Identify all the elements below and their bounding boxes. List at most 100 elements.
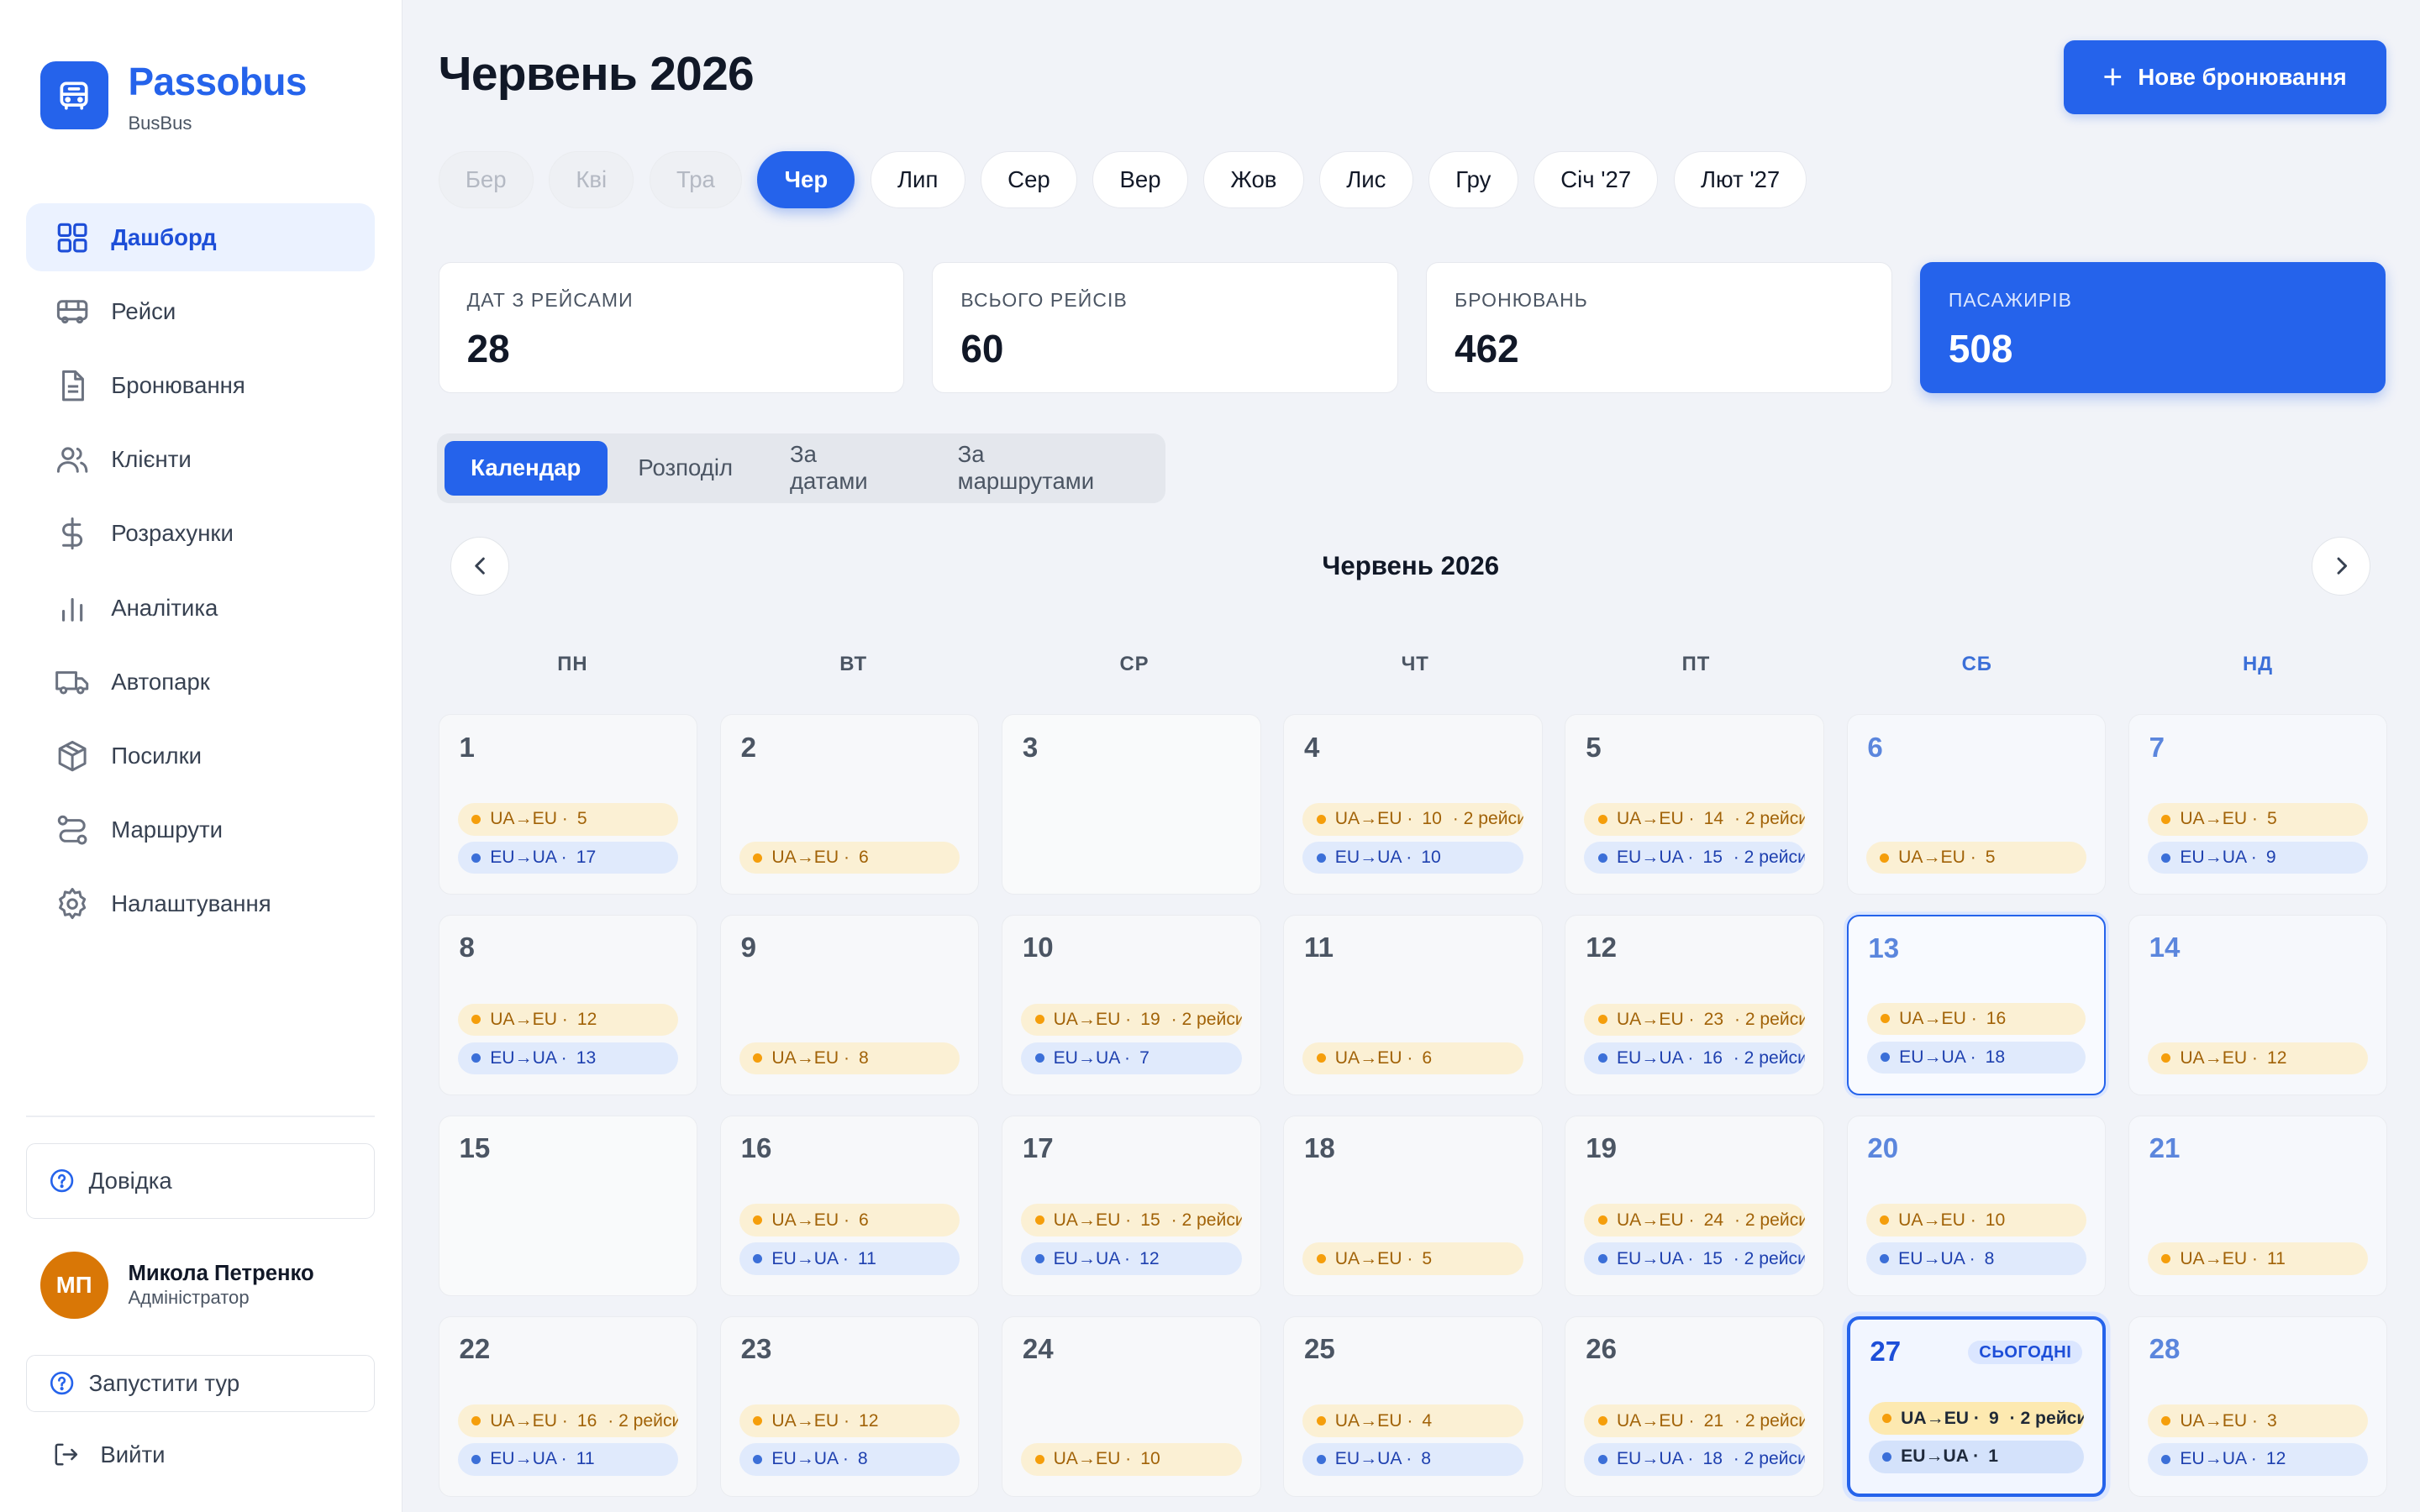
- trip-chip[interactable]: UA→EU · 5: [2147, 802, 2369, 836]
- trip-chip[interactable]: UA→EU · 16: [1866, 1002, 2086, 1036]
- trip-chip[interactable]: UA→EU · 6: [739, 1204, 960, 1237]
- sidebar-item-dashboard[interactable]: Дашборд: [26, 203, 376, 272]
- trip-chip[interactable]: UA→EU · 24 · 2 рейси: [1584, 1204, 1805, 1237]
- next-month-button[interactable]: [2312, 537, 2371, 596]
- calendar-day[interactable]: 7 UA→EU · 5 EU→UA · 9: [2128, 714, 2388, 895]
- month-pill[interactable]: Лис: [1319, 150, 1413, 208]
- trip-chip[interactable]: UA→EU · 8: [739, 1042, 960, 1075]
- calendar-day[interactable]: 13 UA→EU · 16 EU→UA · 18: [1846, 915, 2107, 1096]
- calendar-day[interactable]: 3: [1001, 714, 1261, 895]
- trip-chip[interactable]: EU→UA · 8: [739, 1443, 960, 1476]
- user-profile[interactable]: МП Микола Петренко Адміністратор: [39, 1251, 314, 1320]
- calendar-day[interactable]: 24 UA→EU · 10: [1001, 1315, 1261, 1497]
- trip-chip[interactable]: UA→EU · 15 · 2 рейси: [1021, 1204, 1242, 1237]
- trip-chip[interactable]: UA→EU · 12: [2147, 1042, 2369, 1075]
- month-pill[interactable]: Гру: [1428, 150, 1518, 208]
- sidebar-item-routes[interactable]: Маршрути: [26, 796, 375, 864]
- calendar-day[interactable]: 12 UA→EU · 23 · 2 рейси EU→UA · 16 · 2 рейси: [1565, 915, 1824, 1096]
- trip-chip[interactable]: EU→UA · 12: [1021, 1242, 1242, 1275]
- calendar-day[interactable]: 26 UA→EU · 21 · 2 рейси EU→UA · 18 · 2 рейси: [1565, 1315, 1824, 1497]
- sidebar-item-clients[interactable]: Клієнти: [26, 426, 375, 494]
- calendar-day[interactable]: 18 UA→EU · 5: [1283, 1115, 1543, 1296]
- trip-chip[interactable]: EU→UA · 18 · 2 рейси: [1584, 1443, 1805, 1476]
- trip-chip[interactable]: UA→EU · 6: [1302, 1042, 1523, 1075]
- sidebar-item-bookings[interactable]: Бронювання: [26, 352, 375, 420]
- trip-chip[interactable]: EU→UA · 9: [2147, 841, 2369, 874]
- month-pill[interactable]: Сер: [980, 150, 1077, 208]
- calendar-day[interactable]: 17 UA→EU · 15 · 2 рейси EU→UA · 12: [1001, 1115, 1261, 1296]
- trip-chip[interactable]: EU→UA · 15 · 2 рейси: [1584, 841, 1805, 874]
- trip-chip[interactable]: UA→EU · 10 · 2 рейси: [1302, 802, 1523, 836]
- start-tour-button[interactable]: Запустити тур: [26, 1354, 376, 1412]
- calendar-day[interactable]: 1 UA→EU · 5 EU→UA · 17: [438, 714, 698, 895]
- brand[interactable]: Passobus BusBus: [39, 60, 307, 134]
- month-pill[interactable]: Жов: [1203, 150, 1304, 208]
- calendar-day[interactable]: 5 UA→EU · 14 · 2 рейси EU→UA · 15 · 2 рейси: [1565, 714, 1824, 895]
- calendar-day[interactable]: 14 UA→EU · 12: [2128, 915, 2388, 1096]
- calendar-day[interactable]: 8 UA→EU · 12 EU→UA · 13: [438, 915, 698, 1096]
- month-pill[interactable]: Січ '27: [1534, 150, 1659, 208]
- trip-chip[interactable]: EU→UA · 11: [739, 1242, 960, 1275]
- calendar-day[interactable]: 2 UA→EU · 6: [719, 714, 980, 895]
- trip-chip[interactable]: EU→UA · 10: [1302, 841, 1523, 874]
- calendar-day[interactable]: 21 UA→EU · 11: [2128, 1115, 2388, 1296]
- calendar-day[interactable]: 16 UA→EU · 6 EU→UA · 11: [719, 1115, 980, 1296]
- trip-chip[interactable]: EU→UA · 12: [2147, 1443, 2369, 1476]
- trip-chip[interactable]: UA→EU · 5: [1865, 841, 2087, 874]
- trip-chip[interactable]: UA→EU · 21 · 2 рейси: [1584, 1404, 1805, 1437]
- calendar-day[interactable]: 19 UA→EU · 24 · 2 рейси EU→UA · 15 · 2 рейси: [1565, 1115, 1824, 1296]
- trip-chip[interactable]: EU→UA · 8: [1865, 1242, 2087, 1275]
- new-booking-button[interactable]: + Нове бронювання: [2063, 39, 2386, 114]
- sidebar-item-analytics[interactable]: Аналітика: [26, 574, 375, 642]
- trip-chip[interactable]: EU→UA · 17: [457, 841, 679, 874]
- trip-chip[interactable]: UA→EU · 14 · 2 рейси: [1584, 802, 1805, 836]
- view-tab[interactable]: За маршрутами: [931, 441, 1153, 495]
- month-pill[interactable]: Лют '27: [1673, 150, 1807, 208]
- prev-month-button[interactable]: [450, 537, 510, 596]
- logout-button[interactable]: Вийти: [52, 1441, 166, 1468]
- calendar-day[interactable]: 11 UA→EU · 6: [1283, 915, 1543, 1096]
- trip-chip[interactable]: UA→EU · 6: [739, 841, 960, 874]
- trip-chip[interactable]: EU→UA · 8: [1302, 1443, 1523, 1476]
- view-tab[interactable]: Розподіл: [612, 441, 759, 495]
- trip-chip[interactable]: UA→EU · 12: [739, 1404, 960, 1437]
- trip-chip[interactable]: EU→UA · 18: [1866, 1041, 2086, 1074]
- trip-chip[interactable]: UA→EU · 5: [457, 802, 679, 836]
- trip-chip[interactable]: UA→EU · 19 · 2 рейси: [1021, 1003, 1242, 1037]
- trip-chip[interactable]: EU→UA · 15 · 2 рейси: [1584, 1242, 1805, 1275]
- trip-chip[interactable]: UA→EU · 16 · 2 рейси: [457, 1404, 679, 1437]
- sidebar-item-payments[interactable]: Розрахунки: [26, 500, 375, 568]
- trip-chip[interactable]: UA→EU · 23 · 2 рейси: [1584, 1003, 1805, 1037]
- sidebar-item-parcels[interactable]: Посилки: [26, 722, 375, 790]
- calendar-day[interactable]: 22 UA→EU · 16 · 2 рейси EU→UA · 11: [438, 1315, 698, 1497]
- trip-chip[interactable]: UA→EU · 4: [1302, 1404, 1523, 1437]
- trip-chip[interactable]: UA→EU · 3: [2147, 1404, 2369, 1437]
- calendar-day[interactable]: 25 UA→EU · 4 EU→UA · 8: [1283, 1315, 1543, 1497]
- calendar-day[interactable]: 20 UA→EU · 10 EU→UA · 8: [1846, 1115, 2107, 1296]
- calendar-day[interactable]: 27 СЬОГОДНІ UA→EU · 9 · 2 рейси EU→UA · 1: [1846, 1315, 2107, 1497]
- sidebar-item-fleet[interactable]: Автопарк: [26, 648, 375, 716]
- trip-chip[interactable]: EU→UA · 13: [457, 1042, 679, 1075]
- calendar-day[interactable]: 28 UA→EU · 3 EU→UA · 12: [2128, 1315, 2388, 1497]
- trip-chip[interactable]: UA→EU · 11: [2147, 1242, 2369, 1275]
- sidebar-item-trips[interactable]: Рейси: [26, 278, 375, 346]
- calendar-day[interactable]: 23 UA→EU · 12 EU→UA · 8: [719, 1315, 980, 1497]
- trip-chip[interactable]: UA→EU · 5: [1302, 1242, 1523, 1275]
- trip-chip[interactable]: EU→UA · 11: [457, 1443, 679, 1476]
- calendar-day[interactable]: 10 UA→EU · 19 · 2 рейси EU→UA · 7: [1001, 915, 1261, 1096]
- trip-chip[interactable]: EU→UA · 1: [1868, 1441, 2085, 1473]
- trip-chip[interactable]: UA→EU · 9 · 2 рейси: [1868, 1402, 2085, 1435]
- trip-chip[interactable]: UA→EU · 10: [1865, 1204, 2087, 1237]
- calendar-day[interactable]: 9 UA→EU · 8: [719, 915, 980, 1096]
- view-tab[interactable]: За датами: [764, 441, 927, 495]
- help-button[interactable]: Довідка: [26, 1142, 376, 1219]
- calendar-day[interactable]: 4 UA→EU · 10 · 2 рейси EU→UA · 10: [1283, 714, 1543, 895]
- sidebar-item-settings[interactable]: Налаштування: [26, 870, 375, 938]
- month-pill[interactable]: Вер: [1092, 150, 1188, 208]
- month-pill[interactable]: Чер: [757, 150, 855, 208]
- trip-chip[interactable]: EU→UA · 16 · 2 рейси: [1584, 1042, 1805, 1075]
- trip-chip[interactable]: EU→UA · 7: [1021, 1042, 1242, 1075]
- trip-chip[interactable]: UA→EU · 12: [457, 1003, 679, 1037]
- calendar-day[interactable]: 15: [438, 1115, 698, 1296]
- month-pill[interactable]: Лип: [870, 150, 965, 208]
